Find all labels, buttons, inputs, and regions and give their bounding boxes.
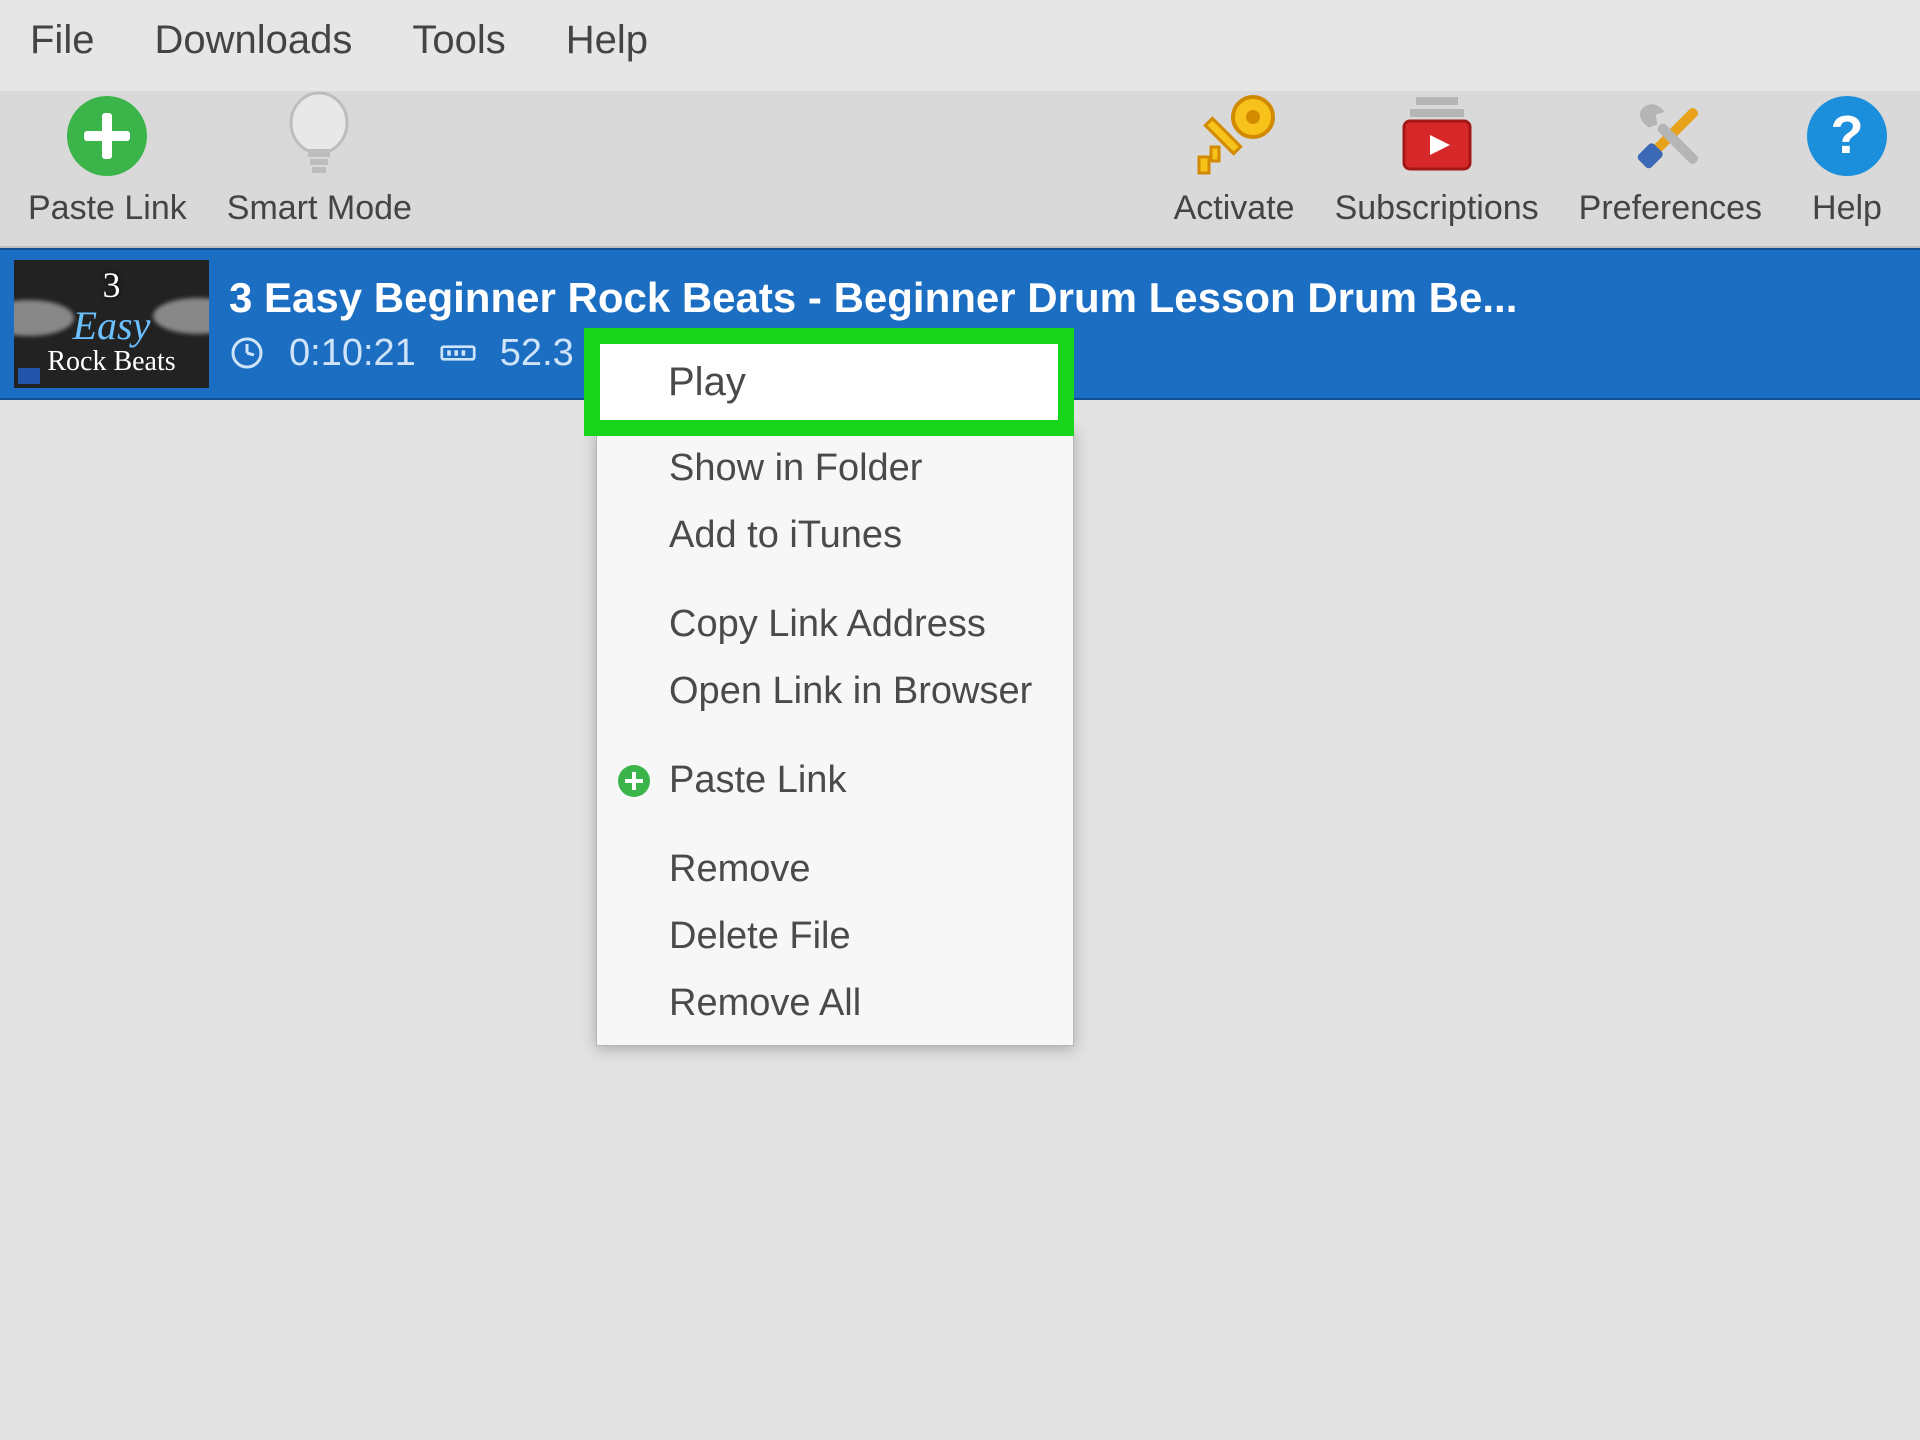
ctx-open-link-label: Open Link in Browser [669,670,1032,713]
help-icon: ? [1802,91,1892,181]
ctx-show-in-folder-label: Show in Folder [669,447,922,490]
context-item-delete-file[interactable]: Delete File [597,903,1073,970]
thumbnail-rockbeats: Rock Beats [47,347,175,376]
subscriptions-label: Subscriptions [1335,189,1539,228]
menu-file[interactable]: File [30,18,94,63]
key-icon [1189,91,1279,181]
context-menu: Show in Folder Add to iTunes Copy Link A… [596,428,1074,1046]
paste-link-label: Paste Link [28,189,187,228]
help-label: Help [1812,189,1882,228]
toolbar: Paste Link Smart Mode [0,91,1920,248]
context-separator [597,569,1073,591]
context-item-show-in-folder[interactable]: Show in Folder [597,435,1073,502]
context-item-copy-link[interactable]: Copy Link Address [597,591,1073,658]
tools-icon [1625,91,1715,181]
menu-tools[interactable]: Tools [412,18,505,63]
preferences-button[interactable]: Preferences [1579,91,1762,228]
plus-circle-icon [62,91,152,181]
context-play-label: Play [668,360,746,405]
ctx-delete-file-label: Delete File [669,915,851,958]
ctx-add-to-itunes-label: Add to iTunes [669,514,902,557]
clock-icon [229,335,265,371]
context-item-remove-all[interactable]: Remove All [597,970,1073,1037]
context-item-remove[interactable]: Remove [597,836,1073,903]
disk-icon [440,335,476,371]
thumbnail-easy: Easy [73,305,151,347]
menu-downloads[interactable]: Downloads [154,18,352,63]
download-title: 3 Easy Beginner Rock Beats - Beginner Dr… [229,274,1906,322]
thumbnail-number: 3 [103,267,121,305]
preferences-label: Preferences [1579,189,1762,228]
menu-bar: File Downloads Tools Help [0,0,1920,91]
ctx-paste-link-label: Paste Link [669,759,846,802]
ctx-remove-label: Remove [669,848,811,891]
context-separator [597,814,1073,836]
context-separator [597,725,1073,747]
context-item-play[interactable]: Play [584,328,1074,436]
context-item-add-to-itunes[interactable]: Add to iTunes [597,502,1073,569]
activate-label: Activate [1174,189,1295,228]
svg-text:?: ? [1831,105,1864,165]
subscriptions-icon [1392,91,1482,181]
context-item-open-link[interactable]: Open Link in Browser [597,658,1073,725]
help-button[interactable]: ? Help [1802,91,1892,228]
smart-mode-button[interactable]: Smart Mode [227,91,412,228]
ctx-copy-link-label: Copy Link Address [669,603,986,646]
menu-help[interactable]: Help [566,18,648,63]
smart-mode-label: Smart Mode [227,189,412,228]
context-item-paste-link[interactable]: Paste Link [597,747,1073,814]
ctx-remove-all-label: Remove All [669,982,861,1025]
download-duration: 0:10:21 [289,332,416,375]
lightbulb-icon [274,91,364,181]
plus-circle-icon [615,764,653,798]
paste-link-button[interactable]: Paste Link [28,91,187,228]
video-thumbnail: 3 Easy Rock Beats [14,260,209,388]
subscriptions-button[interactable]: Subscriptions [1335,91,1539,228]
activate-button[interactable]: Activate [1174,91,1295,228]
